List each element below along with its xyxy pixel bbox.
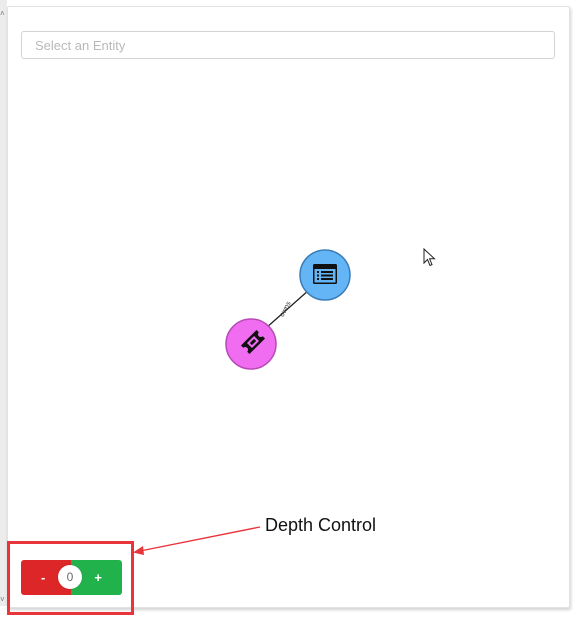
entity-select-input[interactable] — [21, 31, 555, 59]
mouse-pointer-icon — [423, 248, 436, 267]
scroll-down-icon[interactable]: ˅ — [0, 596, 6, 604]
scroll-up-icon[interactable]: ˄ — [0, 10, 6, 18]
left-scroll-strip[interactable]: ˄ ˅ — [0, 0, 7, 606]
annotation-label: Depth Control — [265, 515, 377, 535]
list-window-icon — [313, 264, 337, 284]
ticket-entity-node[interactable] — [225, 318, 277, 370]
annotation-highlight-box — [7, 541, 134, 615]
list-entity-node[interactable] — [299, 249, 351, 301]
